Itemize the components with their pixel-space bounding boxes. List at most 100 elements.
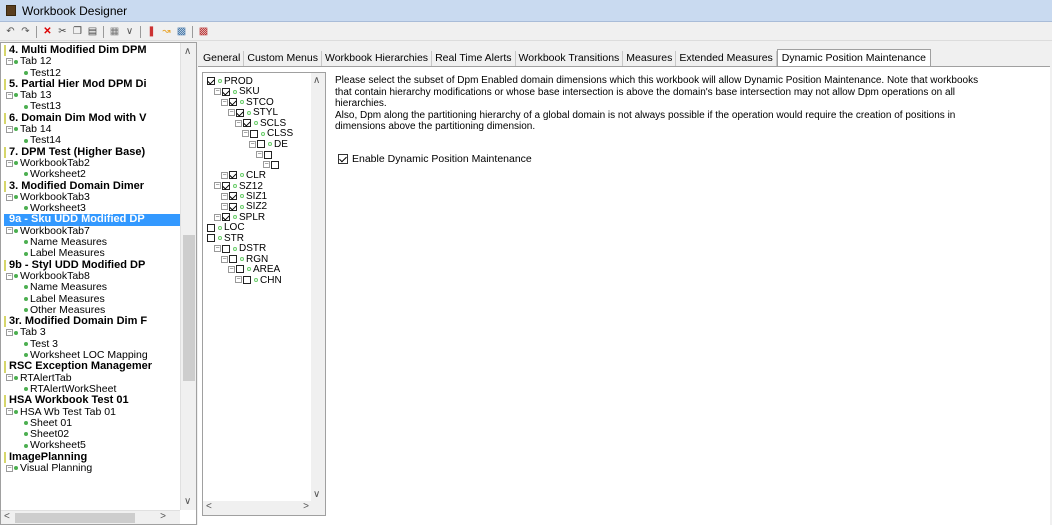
checkbox-icon[interactable]	[338, 154, 348, 164]
tab-real-time-alerts[interactable]: Real Time Alerts	[432, 51, 516, 66]
dimension-checkbox[interactable]	[222, 213, 230, 222]
dimension-node[interactable]: − CHN	[235, 274, 282, 286]
dimension-node[interactable]: − DE	[249, 139, 288, 150]
dimension-checkbox[interactable]	[229, 98, 237, 107]
collapse-icon[interactable]: −	[6, 193, 13, 201]
scroll-right-icon[interactable]: >	[160, 511, 166, 522]
scroll-down-icon[interactable]: ∨	[184, 496, 191, 507]
collapse-icon[interactable]: −	[6, 159, 13, 167]
sheet-label: Test14	[30, 134, 61, 147]
scroll-thumb[interactable]	[183, 235, 195, 381]
collapse-icon[interactable]: −	[214, 88, 221, 96]
scroll-right-icon[interactable]: >	[303, 501, 309, 512]
collapse-icon[interactable]: −	[214, 213, 221, 221]
table-icon[interactable]: ▩	[175, 25, 188, 38]
sheet-label: Other Measures	[30, 303, 106, 316]
collapse-icon[interactable]: −	[235, 276, 242, 284]
dimension-checkbox[interactable]	[264, 150, 272, 159]
scroll-up-icon[interactable]: ∧	[184, 46, 191, 57]
workbook-tree: 4. Multi Modified Dim DPM − Tab 12 Test12 5.…	[4, 45, 180, 503]
tab-general[interactable]: General	[200, 51, 245, 66]
delete-icon[interactable]: ✕	[41, 25, 54, 38]
collapse-icon[interactable]: −	[242, 130, 249, 138]
scroll-up-icon[interactable]: ∧	[313, 75, 320, 86]
collapse-icon[interactable]: −	[214, 182, 221, 190]
collapse-icon[interactable]: −	[228, 265, 235, 273]
dimension-checkbox[interactable]	[257, 140, 265, 149]
collapse-icon[interactable]: −	[263, 161, 270, 169]
dimension-checkbox[interactable]	[207, 223, 215, 232]
dimension-label: CHN	[260, 274, 282, 286]
dimension-checkbox[interactable]	[236, 108, 244, 117]
paste-icon[interactable]: ▤	[86, 25, 99, 38]
collapse-icon[interactable]: −	[6, 58, 13, 66]
dim-horizontal-scrollbar[interactable]: < >	[203, 501, 325, 515]
dimension-checkbox[interactable]	[222, 244, 230, 253]
tree-horizontal-scrollbar[interactable]: < >	[1, 510, 180, 524]
scroll-left-icon[interactable]: <	[206, 501, 212, 512]
collapse-icon[interactable]: −	[221, 171, 228, 179]
tree-vertical-scrollbar[interactable]: ∧ ∨	[180, 43, 196, 510]
collapse-icon[interactable]: −	[6, 374, 13, 382]
collapse-icon[interactable]: −	[221, 203, 228, 211]
description-line: dimensions above the partitioning dimens…	[335, 121, 536, 133]
tab-measures[interactable]: Measures	[623, 51, 677, 66]
dimension-label: PROD	[224, 76, 253, 87]
chart-icon[interactable]: ↝	[160, 25, 173, 38]
undo-icon[interactable]: ↶	[4, 25, 17, 38]
collapse-icon[interactable]: −	[6, 329, 13, 337]
collapse-icon[interactable]: −	[6, 408, 13, 416]
dimension-checkbox[interactable]	[229, 202, 237, 211]
collapse-icon[interactable]: −	[221, 192, 228, 200]
scroll-down-icon[interactable]: ∨	[313, 489, 320, 500]
collapse-icon[interactable]: −	[235, 119, 242, 127]
collapse-icon[interactable]: −	[249, 140, 256, 148]
collapse-icon[interactable]: −	[214, 245, 221, 253]
dimension-label: CLSS	[267, 128, 294, 140]
tab-label: HSA Wb Test Tab 01	[20, 405, 116, 418]
grid-icon[interactable]: ▦	[108, 25, 121, 38]
collapse-icon[interactable]: −	[6, 227, 13, 235]
dimension-label: SPLR	[239, 211, 266, 223]
collapse-icon[interactable]: −	[228, 109, 235, 117]
collapse-icon[interactable]: −	[6, 272, 13, 280]
dim-vertical-scrollbar[interactable]: ∧ ∨	[311, 73, 325, 502]
collapse-icon[interactable]: −	[221, 255, 228, 263]
scroll-thumb[interactable]	[15, 513, 135, 523]
collapse-icon[interactable]: −	[221, 98, 228, 106]
dimension-checkbox[interactable]	[229, 192, 237, 201]
tab-icon	[14, 59, 18, 64]
dropdown-icon[interactable]: ∨	[123, 25, 136, 38]
redo-icon[interactable]: ↷	[19, 25, 32, 38]
collapse-icon[interactable]: −	[6, 91, 13, 99]
dimension-node[interactable]: −	[256, 150, 273, 160]
bar-icon[interactable]: ❚	[145, 25, 158, 38]
dimension-checkbox[interactable]	[236, 265, 244, 274]
tab-dynamic-position-maintenance[interactable]: Dynamic Position Maintenance	[776, 49, 931, 66]
dimension-checkbox[interactable]	[229, 171, 237, 180]
dimension-checkbox[interactable]	[243, 119, 251, 128]
scroll-left-icon[interactable]: <	[4, 511, 10, 522]
enable-dpm-checkbox[interactable]: Enable Dynamic Position Maintenance	[338, 153, 532, 165]
collapse-icon[interactable]: −	[256, 151, 263, 158]
tab-workbook-transitions[interactable]: Workbook Transitions	[516, 51, 624, 66]
dimension-checkbox[interactable]	[222, 87, 230, 96]
cut-icon[interactable]: ✂	[56, 25, 69, 38]
collapse-icon[interactable]: −	[6, 464, 13, 472]
dimension-checkbox[interactable]	[229, 255, 237, 263]
tab-extended-measures[interactable]: Extended Measures	[676, 51, 777, 66]
tab-node[interactable]: − Visual Planning	[4, 462, 180, 474]
dimension-checkbox[interactable]	[207, 234, 215, 243]
dimension-checkbox[interactable]	[207, 77, 215, 86]
dimension-checkbox[interactable]	[271, 160, 279, 169]
copy-icon[interactable]: ❐	[71, 25, 84, 38]
dimension-checkbox[interactable]	[250, 129, 258, 138]
dimension-label: SKU	[239, 86, 260, 98]
graph-icon[interactable]: ▩	[197, 25, 210, 38]
collapse-icon[interactable]: −	[6, 125, 13, 133]
tab-workbook-hierarchies[interactable]: Workbook Hierarchies	[322, 51, 433, 66]
dimension-checkbox[interactable]	[222, 181, 230, 190]
description-text: Please select the subset of Dpm Enabled …	[335, 75, 1035, 133]
tab-custom-menus[interactable]: Custom Menus	[244, 51, 322, 66]
dimension-checkbox[interactable]	[243, 275, 251, 284]
